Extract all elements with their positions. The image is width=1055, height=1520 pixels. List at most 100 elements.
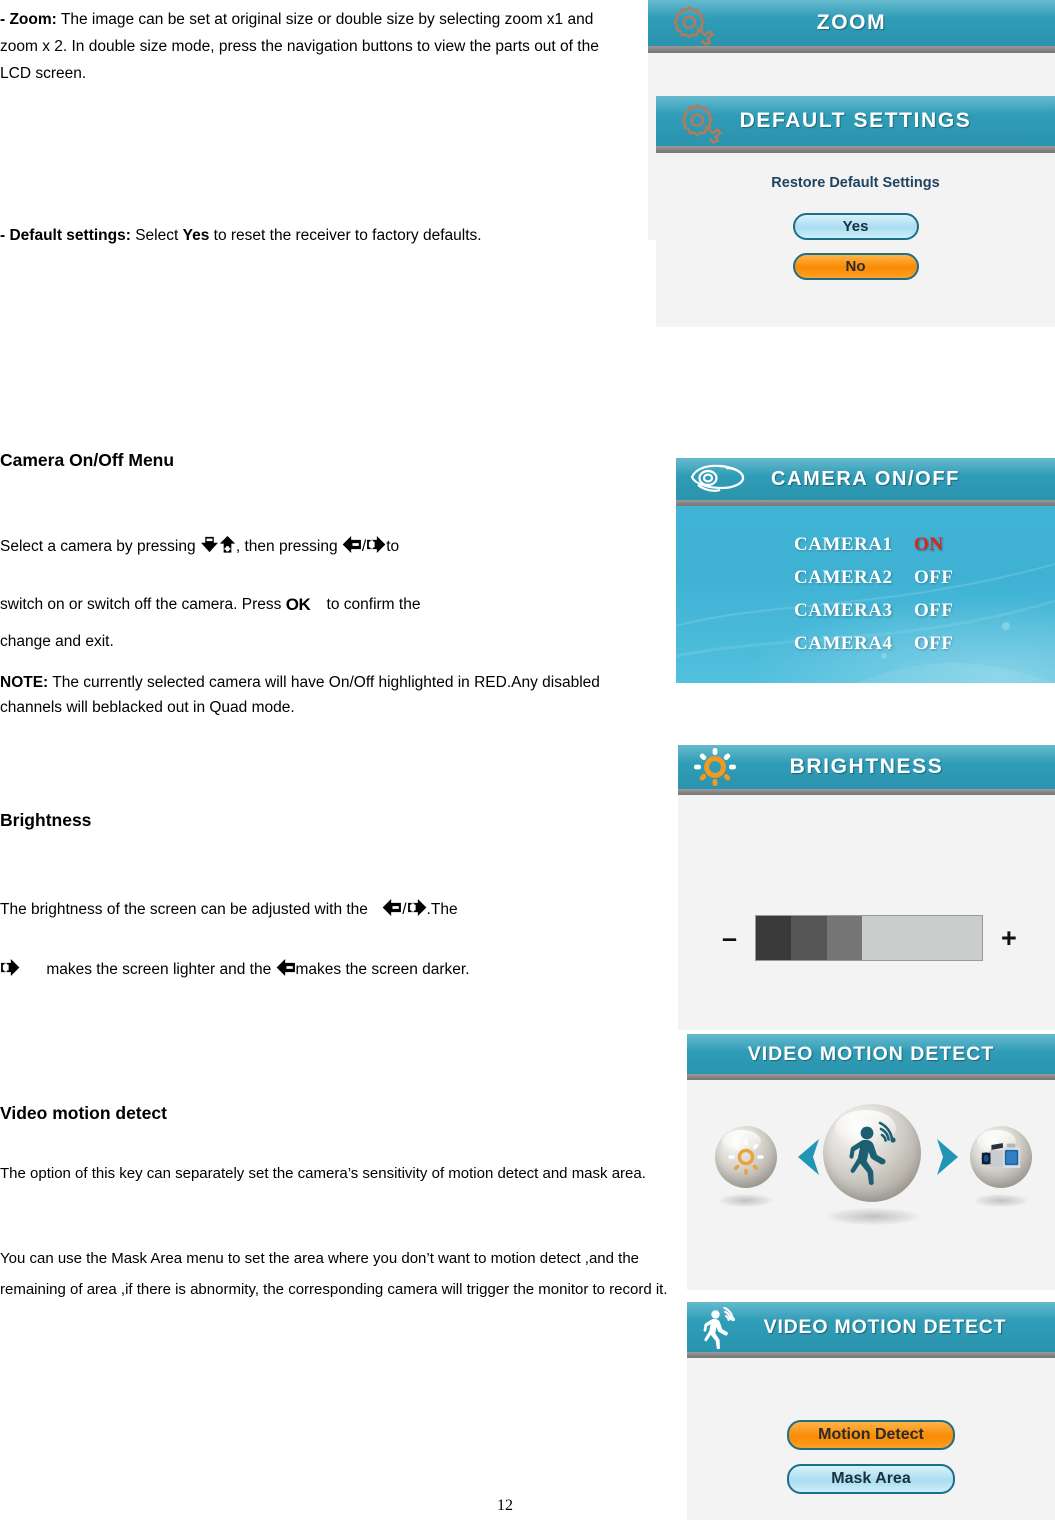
up-plus-button-icon [219, 536, 236, 553]
brightness-orb-shadow [719, 1194, 773, 1207]
vmd-menu-panel-body: Motion Detect Mask Area [687, 1358, 1055, 1520]
motion-detect-button[interactable]: Motion Detect [787, 1420, 955, 1450]
default-settings-emphasis: Yes [182, 227, 210, 244]
camera-row-1-name: CAMERA1 [794, 533, 893, 555]
brightness-minus-label[interactable]: – [722, 924, 737, 952]
brightness-line2-b: makes the screen darker. [295, 961, 470, 978]
default-settings-paragraph: - Default settings: Select Yes to reset … [0, 222, 600, 249]
brightness-paragraph-2: makes the screen lighter and the makes t… [0, 955, 660, 985]
default-settings-panel-divider [656, 146, 1055, 153]
camcorder-orb[interactable] [970, 1126, 1032, 1188]
camcorder-icon [981, 1142, 1021, 1168]
default-settings-panel-header: DEFAULT SETTINGS [656, 96, 1055, 146]
right-plus-button-icon [407, 899, 427, 916]
default-settings-panel-title: DEFAULT SETTINGS [739, 109, 972, 132]
brightness-segment-1 [756, 916, 792, 960]
brightness-segment-2 [791, 916, 828, 960]
camera-row-3-name: CAMERA3 [794, 599, 893, 621]
default-settings-body-1: Select [130, 227, 183, 244]
brightness-slider[interactable] [755, 915, 984, 961]
zoom-panel-title: ZOOM [816, 11, 887, 34]
camera-menu-line1-b: , then pressing [235, 538, 338, 555]
down-minus-button-icon [200, 536, 219, 553]
video-motion-detect-heading: Video motion detect [0, 1103, 167, 1123]
no-button[interactable]: No [792, 253, 919, 280]
camera-onoff-panel: CAMERA ON/OFF CAMERA1 ON CAMERA2 OFF CAM… [676, 458, 1055, 683]
note-body: The currently selected camera will have … [0, 674, 600, 716]
camera-menu-heading: Camera On/Off Menu [0, 450, 175, 470]
zoom-label: - Zoom: [0, 11, 57, 28]
brightness-panel: BRIGHTNESS – + [678, 745, 1055, 1030]
camera-row-3-value: OFF [914, 599, 954, 621]
left-minus-button-icon [382, 899, 402, 916]
restore-default-settings-label: Restore Default Settings [771, 175, 940, 191]
brightness-panel-header: BRIGHTNESS [678, 745, 1055, 789]
camera-row-2-name: CAMERA2 [794, 566, 893, 588]
right-plus-button-icon [366, 536, 386, 553]
brightness-panel-title: BRIGHTNESS [789, 755, 944, 778]
page-number: 12 [497, 1497, 513, 1514]
vmd-carousel-panel: VIDEO MOTION DETECT [687, 1034, 1055, 1290]
camera-row-1-value: ON [914, 533, 944, 555]
camera-menu-note: NOTE: The currently selected camera will… [0, 670, 660, 720]
camera-menu-line3: change and exit. [0, 633, 114, 650]
brightness-heading: Brightness [0, 810, 92, 830]
brightness-orb[interactable] [715, 1126, 777, 1188]
right-plus-button-icon [0, 959, 20, 976]
zoom-panel-divider [648, 46, 1055, 53]
note-label: NOTE: [0, 674, 49, 691]
camera-row-2[interactable]: CAMERA2 OFF [794, 561, 954, 594]
camera-menu-paragraph-1: Select a camera by pressing , then press… [0, 518, 640, 576]
brightness-paragraph-1: The brightness of the screen can be adju… [0, 895, 650, 925]
default-settings-panel-body: Restore Default Settings Yes No [656, 153, 1055, 327]
zoom-paragraph: - Zoom: The image can be set at original… [0, 6, 625, 87]
vmd-carousel-panel-body [687, 1080, 1055, 1290]
yes-button[interactable]: Yes [792, 213, 919, 240]
camera-menu-line1-a: Select a camera by pressing [0, 538, 196, 555]
default-settings-panel: DEFAULT SETTINGS Restore Default Setting… [656, 96, 1055, 327]
chevron-right-icon[interactable] [933, 1136, 967, 1183]
motion-detect-orb[interactable] [823, 1104, 921, 1202]
vmd-menu-buttons: Motion Detect Mask Area [687, 1358, 1055, 1494]
brightness-segment-3 [827, 916, 863, 960]
brightness-line1-c: .The [426, 901, 458, 918]
brightness-line2-a: makes the screen lighter and the [46, 961, 272, 978]
camera-row-1[interactable]: CAMERA1 ON [794, 528, 954, 561]
mask-area-button[interactable]: Mask Area [787, 1464, 955, 1494]
brightness-panel-body: – + [678, 795, 1055, 1030]
camera-menu-line2-b: to confirm the [326, 596, 421, 613]
sun-brightness-icon [728, 1139, 764, 1175]
left-minus-button-icon [342, 536, 362, 553]
camera-menu-paragraph-2: switch on or switch off the camera. Pres… [0, 576, 640, 634]
camera-onoff-panel-title: CAMERA ON/OFF [771, 467, 960, 490]
brightness-plus-label[interactable]: + [1001, 924, 1017, 952]
vmd-menu-panel: VIDEO MOTION DETECT Motion Detect Mask A… [687, 1302, 1055, 1520]
camera-list: CAMERA1 ON CAMERA2 OFF CAMERA3 OFF CAMER… [794, 528, 954, 660]
vmd-carousel-panel-title: VIDEO MOTION DETECT [747, 1042, 995, 1065]
ok-button-icon: OK [285, 595, 311, 614]
camera-row-2-value: OFF [914, 566, 954, 588]
chevron-left-icon[interactable] [789, 1136, 823, 1183]
vmd-menu-panel-title: VIDEO MOTION DETECT [763, 1315, 1007, 1338]
camera-row-3[interactable]: CAMERA3 OFF [794, 594, 954, 627]
camera-row-4[interactable]: CAMERA4 OFF [794, 627, 954, 660]
zoom-body: The image can be set at original size or… [0, 11, 599, 82]
vmd-carousel-panel-header: VIDEO MOTION DETECT [687, 1034, 1055, 1074]
default-settings-label: - Default settings: [0, 227, 131, 244]
motion-detect-orb-shadow [827, 1208, 919, 1225]
brightness-slider-row: – + [722, 915, 1017, 961]
camcorder-orb-shadow [974, 1194, 1028, 1207]
camera-menu-line1-d: to [386, 538, 400, 555]
walking-person-motion-icon [849, 1121, 896, 1186]
vmd-paragraph-1: The option of this key can separately se… [0, 1165, 646, 1182]
default-settings-body-2: to reset the receiver to factory default… [209, 227, 482, 244]
camera-menu-line2-a: switch on or switch off the camera. Pres… [0, 596, 282, 613]
camera-row-4-value: OFF [914, 632, 954, 654]
camera-onoff-panel-header: CAMERA ON/OFF [676, 458, 1055, 500]
default-settings-buttons: Yes No [656, 213, 1055, 280]
vmd-menu-panel-header: VIDEO MOTION DETECT [687, 1302, 1055, 1352]
camera-onoff-panel-body: CAMERA1 ON CAMERA2 OFF CAMERA3 OFF CAMER… [676, 506, 1055, 683]
left-minus-button-icon [276, 959, 296, 976]
zoom-panel-header: ZOOM [648, 0, 1055, 46]
vmd-paragraph-2: You can use the Mask Area menu to set th… [0, 1250, 668, 1298]
